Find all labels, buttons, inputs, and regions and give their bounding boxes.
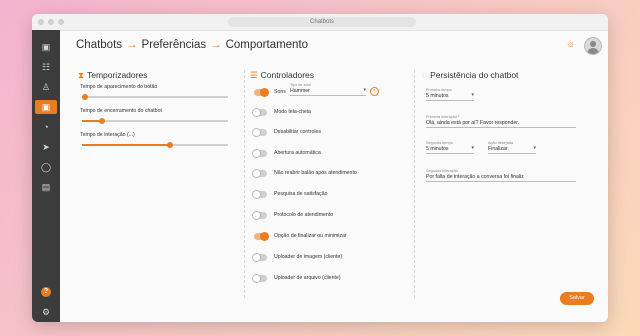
title-bar: Chatbots: [32, 14, 608, 31]
action-label: Ação desejada: [488, 141, 514, 145]
controller-toggle-label: Uploader de imagem (cliente): [274, 254, 343, 260]
send-icon[interactable]: ➤: [39, 140, 53, 154]
avatar[interactable]: [584, 37, 602, 55]
chevron-down-icon: ▾: [363, 87, 366, 93]
controller-toggle[interactable]: [252, 128, 267, 137]
timer-label: Tempo de interação (...): [80, 132, 135, 138]
timer-label: Tempo de encerramento do chatbot: [80, 108, 162, 114]
controller-toggle-label: Modo tela-cheia: [274, 109, 311, 115]
app-window: Chatbots ▣ ☷ ♙ ▣ ◔ ➤ ◯ ▤ ? ⚙ Chatbots → Pr…: [32, 14, 608, 322]
breadcrumb-preferencias[interactable]: Preferências: [142, 39, 207, 51]
column-divider: [414, 70, 415, 298]
window-title: Chatbots: [228, 17, 416, 27]
minimize-window-dot[interactable]: [48, 19, 54, 25]
controller-toggle-label: Uploader de arquivo (cliente): [274, 275, 341, 281]
chat-logo-icon[interactable]: ▣: [39, 40, 53, 54]
page-header: Chatbots → Preferências → Comportamento ☼: [60, 30, 608, 64]
help-icon[interactable]: ?: [41, 287, 51, 297]
action-select[interactable]: Ação desejada Finalizar ▾: [488, 141, 536, 154]
controller-toggle[interactable]: [252, 149, 267, 158]
first-time-value: 5 minutos: [426, 93, 449, 99]
action-value: Finalizar: [488, 146, 508, 152]
chatbot-icon[interactable]: ▣: [35, 100, 57, 114]
chevron-down-icon: ▾: [471, 92, 474, 98]
notification-bell-icon[interactable]: ☼: [566, 39, 575, 50]
second-interaction-field[interactable]: Segunda interação Por falta de interação…: [426, 169, 576, 182]
breadcrumb-comportamento: Comportamento: [225, 39, 309, 51]
slider-fill: [82, 144, 170, 146]
persistence-title: ◌ Persistência do chatbot: [422, 70, 519, 80]
breadcrumb: Chatbots → Preferências → Comportamento: [76, 39, 308, 51]
settings-gear-icon[interactable]: ⚙: [39, 305, 53, 319]
reports-icon[interactable]: ☷: [39, 60, 53, 74]
controller-toggle-label: Pesquisa de satisfação: [274, 191, 328, 197]
timer-slider[interactable]: [82, 141, 228, 148]
controller-toggle-label: Não reabrir balão após atendimento: [274, 170, 357, 176]
second-time-label: Segundo tempo: [426, 141, 453, 145]
users-icon[interactable]: ♙: [39, 80, 53, 94]
first-time-label: Primeiro tempo: [426, 88, 452, 92]
controller-toggle-label: Abertura automática: [274, 150, 321, 156]
controller-toggle[interactable]: [252, 190, 267, 199]
breadcrumb-arrow-icon: →: [126, 39, 138, 51]
controller-toggle[interactable]: [252, 108, 267, 117]
controller-toggle-label: Protocolo de atendimento: [274, 212, 334, 218]
controller-toggle[interactable]: [252, 274, 267, 283]
slider-handle[interactable]: [99, 117, 105, 124]
sliders-icon: ☰: [250, 70, 258, 80]
close-window-dot[interactable]: [38, 19, 44, 25]
first-interaction-label: Primeira interação *: [426, 115, 460, 119]
controller-toggle[interactable]: [252, 211, 267, 220]
controller-toggle-label: Desabilitar controles: [274, 129, 321, 135]
slider-handle[interactable]: [167, 141, 173, 148]
timer-slider[interactable]: [82, 93, 228, 100]
controller-toggle-label: Opção de finalizar ou minimizar: [274, 233, 347, 239]
first-interaction-field[interactable]: Primeira interação * Olá, ainda está por…: [426, 115, 576, 128]
second-interaction-label: Segunda interação: [426, 169, 458, 173]
sound-type-value: Hammer: [290, 88, 310, 94]
clock-icon[interactable]: ◔: [39, 120, 53, 134]
second-time-select[interactable]: Segundo tempo 5 minutos ▾: [426, 141, 474, 154]
archive-icon[interactable]: ▤: [39, 180, 53, 194]
comments-icon[interactable]: ◯: [39, 160, 53, 174]
maximize-window-dot[interactable]: [58, 19, 64, 25]
first-time-select[interactable]: Primeiro tempo 5 minutos ▾: [426, 88, 474, 101]
second-time-value: 5 minutos: [426, 146, 449, 152]
controller-toggle[interactable]: [252, 169, 267, 178]
save-button[interactable]: Salvar: [560, 292, 594, 305]
controller-toggle[interactable]: [254, 232, 269, 241]
controller-toggle[interactable]: [252, 253, 267, 262]
window-controls: [38, 19, 64, 25]
timer-slider[interactable]: [82, 117, 228, 124]
breadcrumb-arrow-icon: →: [210, 39, 222, 51]
chevron-down-icon: ▾: [533, 145, 536, 151]
sound-toggle[interactable]: [254, 88, 269, 97]
sound-label: Sons: [274, 89, 286, 95]
sidebar: ▣ ☷ ♙ ▣ ◔ ➤ ◯ ▤ ? ⚙: [32, 30, 60, 322]
timers-title: ⧗ Temporizadores: [78, 70, 148, 80]
timer-label: Tempo de aparecimento do botão: [80, 84, 158, 90]
column-divider: [244, 70, 245, 298]
controllers-title: ☰ Controladores: [250, 70, 315, 80]
second-interaction-value: Por falta de interação a conversa foi fi…: [426, 174, 524, 180]
first-interaction-value: Olá, ainda está por aí? Favor responder.: [426, 120, 520, 126]
hourglass-icon: ⧗: [78, 70, 84, 80]
slider-handle[interactable]: [82, 93, 88, 100]
chat-bubble-icon: ◌: [422, 70, 428, 80]
breadcrumb-chatbots[interactable]: Chatbots: [76, 39, 122, 51]
sound-type-label: Tipo de som: [290, 83, 311, 87]
chevron-down-icon: ▾: [471, 145, 474, 151]
clear-sound-icon[interactable]: ×: [370, 87, 379, 96]
sound-type-select[interactable]: Tipo de som Hammer ▾: [290, 83, 366, 96]
